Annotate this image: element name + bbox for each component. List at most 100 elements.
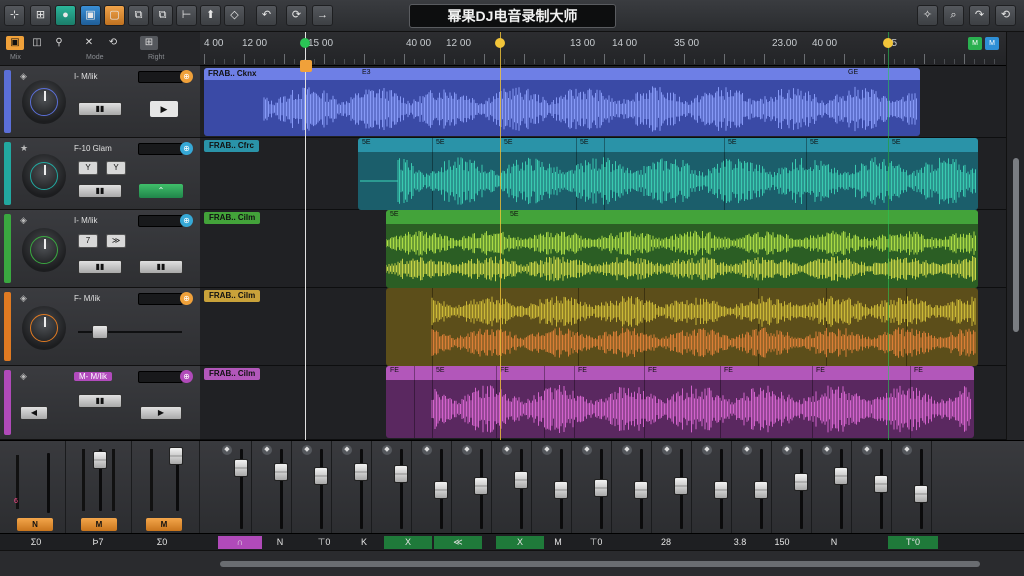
fader-handle[interactable] (754, 481, 768, 499)
scrollbar-thumb[interactable] (220, 561, 980, 567)
loop-icon[interactable]: ⟲ (104, 36, 122, 50)
fader-track[interactable] (400, 449, 403, 529)
vertical-scrollbar[interactable] (1006, 32, 1024, 440)
marker-button[interactable]: ✧ (917, 5, 938, 26)
fader-handle[interactable] (914, 485, 928, 503)
fader-handle[interactable] (474, 477, 488, 495)
arrange-timeline[interactable]: 4 00 12 00 15 00 40 00 12 00 13 00 14 00… (200, 32, 1006, 440)
fader-handle[interactable] (594, 479, 608, 497)
playhead[interactable] (305, 32, 306, 440)
fader-handle[interactable] (634, 481, 648, 499)
marker-yellow[interactable] (495, 38, 505, 48)
fader-handle[interactable] (834, 467, 848, 485)
fader-handle[interactable] (514, 471, 528, 489)
audio-clip-3[interactable]: 5E 5E (386, 210, 978, 288)
channel-button[interactable]: M (146, 518, 182, 531)
snap-toggle[interactable]: M (968, 37, 982, 50)
mute-solo-toggle[interactable]: ▮▮ (78, 184, 122, 198)
mute-solo-toggle[interactable]: ▮▮ (78, 394, 122, 408)
zoom-toggle[interactable]: M (985, 37, 999, 50)
track-input-field[interactable] (138, 143, 183, 155)
volume-knob[interactable] (22, 80, 66, 124)
pin-icon[interactable]: ⚲ (50, 36, 68, 50)
horizontal-scrollbar[interactable] (0, 550, 1024, 576)
track-input-field[interactable] (138, 215, 183, 227)
playhead-handle[interactable] (300, 60, 312, 72)
pin-tool-button[interactable]: ⬆ (200, 5, 221, 26)
close-icon[interactable]: ✕ (80, 36, 98, 50)
audio-clip-1[interactable]: FRAB.. Cknx E3 GE (204, 68, 920, 136)
track-input-field[interactable] (138, 71, 183, 83)
mixer-tool-button[interactable]: ⊞ (30, 5, 51, 26)
fader-handle[interactable] (394, 465, 408, 483)
split-tool-button[interactable]: ⊢ (176, 5, 197, 26)
locator-line[interactable] (500, 32, 501, 440)
record-tool-button[interactable]: ● (55, 5, 76, 26)
track-name[interactable]: I- M/lik (74, 72, 98, 81)
undo-button[interactable]: ⟲ (995, 5, 1016, 26)
locator-line-2[interactable] (888, 32, 889, 440)
track-play-button[interactable]: ▶ (150, 101, 178, 117)
track-header-5[interactable]: ◈ M- M/lik ⊕ ▮▮ ◀ ▶ (0, 366, 200, 440)
mute-solo-toggle[interactable]: ▮▮ (78, 260, 122, 274)
track-name[interactable]: F-10 Glam (74, 144, 112, 153)
mute-solo-toggle-2[interactable]: ▮▮ (139, 260, 183, 274)
fader-handle[interactable] (674, 477, 688, 495)
mute-solo-toggle[interactable]: ▮▮ (78, 102, 122, 116)
fader-handle[interactable] (554, 481, 568, 499)
fader-handle[interactable] (234, 459, 248, 477)
rewind-tool-button[interactable]: ↶ (256, 5, 277, 26)
scrollbar-thumb[interactable] (1013, 158, 1019, 332)
track-header-1[interactable]: ◈ I- M/lik ⊕ ▮▮ ▶ (0, 66, 200, 138)
forward-tool-button[interactable]: → (312, 5, 333, 26)
zoom-button[interactable]: ⌕ (943, 5, 964, 26)
channel-button[interactable]: M (81, 518, 117, 531)
video-tool-button[interactable]: ▣ (80, 5, 101, 26)
pan-slider[interactable] (78, 325, 182, 339)
redo-button[interactable]: ↷ (969, 5, 990, 26)
folder-icon[interactable]: ▣ (6, 36, 24, 50)
fader-track[interactable] (840, 449, 843, 529)
track-button-y2[interactable]: Y (106, 161, 126, 175)
fader-track[interactable] (280, 449, 283, 529)
cursor-tool-button[interactable]: ⊹ (4, 5, 25, 26)
fader-handle[interactable] (794, 473, 808, 491)
fader-track[interactable] (520, 449, 523, 529)
track-forward-button[interactable]: ▶ (140, 406, 182, 420)
track-badge[interactable]: ⊕ (180, 142, 193, 155)
track-header-2[interactable]: ★ F-10 Glam ⊕ Y Y ▮▮ ⌃ (0, 138, 200, 210)
track-header-4[interactable]: ◈ F- M/lik ⊕ (0, 288, 200, 366)
track-badge[interactable]: ⊕ (180, 70, 193, 83)
fader-handle[interactable] (434, 481, 448, 499)
audio-clip-2[interactable]: 5E 5E 5E 5E 5E 5E 5E (358, 138, 978, 210)
track-button-forward[interactable]: ≫ (106, 234, 126, 248)
audio-clip-5[interactable]: FE 5E FE FE FE FE FE FE (386, 366, 974, 438)
track-badge[interactable]: ⊕ (180, 292, 193, 305)
track-header-3[interactable]: ◈ I- M/lik ⊕ 7 ≫ ▮▮ ▮▮ (0, 210, 200, 288)
track-input-field[interactable] (138, 293, 183, 305)
fader-handle[interactable] (874, 475, 888, 493)
copy-tool-button[interactable]: ⧉ (128, 5, 149, 26)
loop-tool-button[interactable]: ▢ (104, 5, 125, 26)
fader-track[interactable] (360, 449, 363, 529)
volume-knob[interactable] (22, 306, 66, 350)
marker-green[interactable] (300, 38, 310, 48)
paste-tool-button[interactable]: ⧉ (152, 5, 173, 26)
track-input-field[interactable] (138, 371, 183, 383)
track-name[interactable]: M- M/lik (74, 372, 112, 381)
channel-button[interactable]: N (17, 518, 53, 531)
track-name[interactable]: I- M/lik (74, 216, 98, 225)
audio-clip-4[interactable] (386, 288, 978, 366)
grid-icon[interactable]: ◫ (28, 36, 46, 50)
fader-handle[interactable] (274, 463, 288, 481)
fader-handle[interactable] (314, 467, 328, 485)
track-badge[interactable]: ⊕ (180, 370, 193, 383)
track-badge[interactable]: ⊕ (180, 214, 193, 227)
track-rewind-button[interactable]: ◀ (20, 406, 48, 420)
tag-tool-button[interactable]: ◇ (224, 5, 245, 26)
fader-handle[interactable] (714, 481, 728, 499)
marker-yellow-2[interactable] (883, 38, 893, 48)
sync-tool-button[interactable]: ⟳ (286, 5, 307, 26)
volume-knob[interactable] (22, 228, 66, 272)
track-button-y[interactable]: Y (78, 161, 98, 175)
